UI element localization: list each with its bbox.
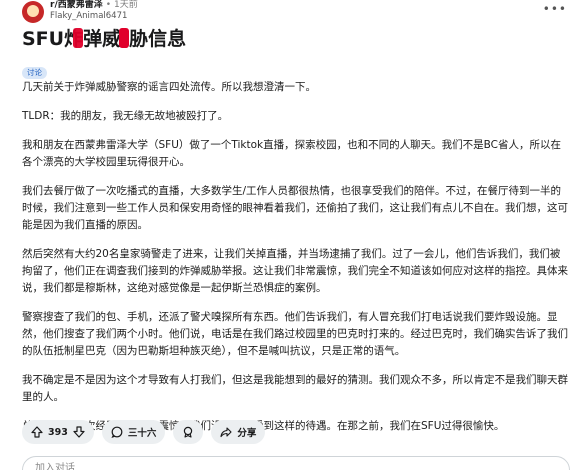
post-meta: r/西蒙弗雷泽 • 1天前 Flaky_Animal6471: [50, 0, 138, 22]
text-run: ），但不是喊叫抗议，只是正常的语气。: [221, 345, 406, 357]
post-action-bar: 393 三十六 分享: [22, 420, 266, 444]
more-options-icon[interactable]: •••: [543, 2, 567, 16]
comment-icon: [111, 426, 123, 438]
text-run: 逮捕了我们。过了一会儿，他们告诉我们，我们被: [329, 248, 561, 260]
vote-count: 393: [48, 426, 68, 438]
paragraph: 我们去餐厅做了一次吃播式的直播，大多数学生/工作人员都很热情，也很享受我们的陪伴…: [22, 183, 570, 234]
share-button[interactable]: 分享: [211, 420, 266, 444]
text-run: 然后突然有大约20名皇家骑: [22, 248, 151, 260]
title-part: 胁信息: [129, 28, 187, 50]
paragraph: 然后突然有大约20名皇家骑警走了进来，让我们关掉直播，并当场逮捕了我们。过了一会…: [22, 246, 570, 297]
text-run: 我不确定是不是因为这个才导致有人打我们，但这是我能想到的最好的猜测。我们观众不多…: [22, 374, 568, 403]
text-run: TLDR：我的朋友，我无缘无故地被殴打了。: [22, 110, 229, 122]
post-meta-top: r/西蒙弗雷泽 • 1天前: [50, 0, 138, 11]
text-run: 警走了进来，让我们关掉直播，并当场: [150, 248, 330, 260]
share-label: 分享: [237, 428, 257, 439]
subreddit-link[interactable]: r/西蒙弗雷泽: [50, 0, 103, 11]
award-icon: [182, 426, 194, 438]
comment-count: 三十六: [127, 428, 157, 439]
text-run: 察的谣言四处流传。所以我想澄清一下。: [127, 81, 316, 93]
post-body: 几天前关于炸弹威胁警察的谣言四处流传。所以我想澄清一下。 TLDR：我的朋友，我…: [22, 79, 570, 447]
redaction-mark: [73, 28, 84, 48]
paragraph: 我不确定是不是因为这个才导致有人打我们，但这是我能想到的最好的猜测。我们观众不多…: [22, 372, 570, 406]
vote-control: 393: [22, 420, 94, 444]
title-part: 弹威: [83, 28, 122, 50]
award-button[interactable]: [173, 420, 204, 444]
comment-input[interactable]: 加入对话: [22, 456, 570, 470]
paragraph: 我和朋友在西蒙弗雷泽大学（SFU）做了一个Tiktok直播，探索校园，也和不同的…: [22, 137, 570, 171]
redaction-mark: [119, 28, 130, 48]
text-run: 穆斯林，这绝对感觉像是一起伊斯兰恐惧症的案例。: [85, 282, 327, 294]
paragraph: 警察搜查了我们的包、手机，还派了警犬嗅探所有东西。他们告诉我们，有人冒充我们打电…: [22, 309, 570, 360]
post-flair[interactable]: 讨论: [22, 67, 47, 79]
post-time: 1天前: [114, 0, 138, 10]
post-header: r/西蒙弗雷泽 • 1天前 Flaky_Animal6471: [22, 0, 138, 24]
downvote-icon[interactable]: [73, 426, 85, 438]
text-run: 警察搜查了我们的包、手机，还派了警犬嗅探所有东西。他们告诉我们，有人冒充我们打电…: [22, 311, 495, 323]
text-run: 勒斯: [148, 345, 169, 357]
post-title: SFU炸弹威 胁信息: [22, 27, 186, 51]
text-run: 坦种族灭绝: [169, 345, 222, 357]
text-run: 我和朋友在西蒙弗雷泽大学（SFU）做了一个T: [22, 139, 238, 151]
share-icon: [220, 426, 232, 438]
text-run: 拘留了，他们正在调查我们接到的: [22, 265, 180, 277]
paragraph: 几天前关于炸弹威胁警察的谣言四处流传。所以我想澄清一下。: [22, 79, 570, 96]
comments-button[interactable]: 三十六: [101, 420, 166, 444]
text-run: 几天前关于: [22, 81, 75, 93]
meta-separator: •: [105, 0, 112, 10]
text-run: 炸弹威胁警: [74, 81, 128, 93]
author-username[interactable]: Flaky_Animal6471: [50, 11, 138, 22]
upvote-icon[interactable]: [31, 426, 43, 438]
paragraph: TLDR：我的朋友，我无缘无故地被殴打了。: [22, 108, 570, 125]
text-run: 炸弹威胁: [179, 265, 222, 277]
text-run: 我们去餐厅做了一次吃播式的直播，大多数学生/工作人员都很热情，也很享受我们的陪伴…: [22, 185, 568, 231]
subreddit-avatar[interactable]: [22, 1, 44, 23]
